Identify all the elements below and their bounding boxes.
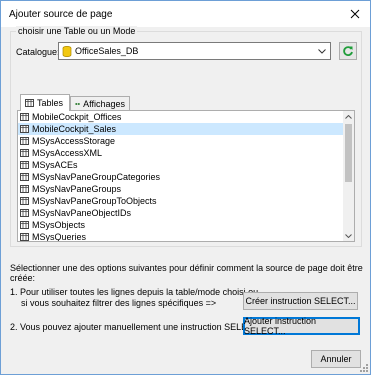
table-icon [20, 233, 29, 241]
list-scrollbar[interactable] [343, 111, 354, 241]
cancel-label: Annuler [320, 354, 352, 364]
catalogue-value: OfficeSales_DB [75, 46, 139, 56]
table-icon [20, 197, 29, 205]
catalogue-label: Catalogue: [16, 47, 60, 57]
list-item-label: MobileCockpit_Offices [32, 112, 122, 122]
refresh-icon [343, 46, 353, 56]
list-item[interactable]: MSysObjects [18, 219, 343, 231]
list-item-label: MSysAccessStorage [32, 136, 116, 146]
list-item[interactable]: MSysAccessXML [18, 147, 343, 159]
list-item[interactable]: MobileCockpit_Offices [18, 111, 343, 123]
tab-views-label: Affichages [83, 98, 125, 109]
table-icon [20, 113, 29, 121]
list-item-label: MSysAccessXML [32, 148, 103, 158]
group-legend: choisir une Table ou un Mode [16, 26, 138, 36]
list-item[interactable]: MobileCockpit_Sales [18, 123, 343, 135]
title-bar: Ajouter source de page [1, 1, 370, 27]
tab-tables-label: Tables [37, 98, 64, 108]
database-icon [62, 45, 72, 57]
list-item-label: MSysACEs [32, 160, 78, 170]
cancel-button[interactable]: Annuler [311, 350, 361, 368]
option2-text: 2. Vous pouvez ajouter manuellement une … [10, 322, 272, 332]
table-icon [20, 161, 29, 169]
list-item[interactable]: MSysQueries [18, 231, 343, 242]
list-item-label: MSysObjects [32, 220, 86, 230]
add-select-button[interactable]: Ajouter instruction SELECT... [243, 316, 360, 336]
add-select-label: Ajouter instruction SELECT... [244, 316, 317, 336]
window-title: Ajouter source de page [9, 9, 113, 20]
scroll-thumb[interactable] [345, 124, 352, 182]
instructions-text: Sélectionner une des options suivantes p… [10, 263, 363, 283]
dialog: Ajouter source de page choisir une Table… [0, 0, 371, 375]
list-item[interactable]: MSysNavPaneGroupToObjects [18, 195, 343, 207]
scroll-up-icon[interactable] [343, 111, 354, 122]
list-item-label: MobileCockpit_Sales [32, 124, 117, 134]
tab-views[interactable]: Affichages [70, 96, 130, 110]
table-icon [20, 137, 29, 145]
table-icon [20, 173, 29, 181]
refresh-button[interactable] [339, 42, 357, 60]
create-select-button[interactable]: Créer instruction SELECT... [243, 292, 358, 310]
table-icon [20, 185, 29, 193]
list-item-label: MSysNavPaneObjectIDs [32, 208, 132, 218]
tables-list[interactable]: MobileCockpit_Offices MobileCockpit_Sales… [17, 110, 355, 242]
list-item[interactable]: MSysNavPaneObjectIDs [18, 207, 343, 219]
create-select-label: Créer instruction SELECT... [245, 296, 356, 306]
table-icon [20, 125, 29, 133]
table-icon [20, 149, 29, 157]
list-item-label: MSysNavPaneGroups [32, 184, 122, 194]
close-icon [350, 9, 360, 19]
list-item-label: MSysQueries [32, 232, 87, 242]
resize-grip-icon[interactable] [359, 363, 369, 373]
list-item-label: MSysNavPaneGroupToObjects [32, 196, 157, 206]
table-icon [20, 221, 29, 229]
table-icon [25, 99, 34, 107]
glasses-icon [75, 102, 80, 105]
list-item[interactable]: MSysACEs [18, 159, 343, 171]
option1-text-line1: 1. Pour utiliser toutes les lignes depui… [10, 287, 259, 297]
list-item[interactable]: MSysNavPaneGroupCategories [18, 171, 343, 183]
tables-list-items: MobileCockpit_Offices MobileCockpit_Sales… [18, 111, 343, 242]
catalogue-select[interactable]: OfficeSales_DB [58, 42, 331, 60]
chevron-down-icon[interactable] [314, 43, 330, 59]
tab-tables[interactable]: Tables [20, 94, 70, 111]
list-item[interactable]: MSysAccessStorage [18, 135, 343, 147]
table-icon [20, 209, 29, 217]
option1-text-line2: si vous souhaitez filtrer des lignes spé… [21, 298, 217, 308]
list-item-label: MSysNavPaneGroupCategories [32, 172, 161, 182]
scroll-down-icon[interactable] [343, 230, 354, 241]
close-button[interactable] [346, 5, 364, 23]
list-item[interactable]: MSysNavPaneGroups [18, 183, 343, 195]
